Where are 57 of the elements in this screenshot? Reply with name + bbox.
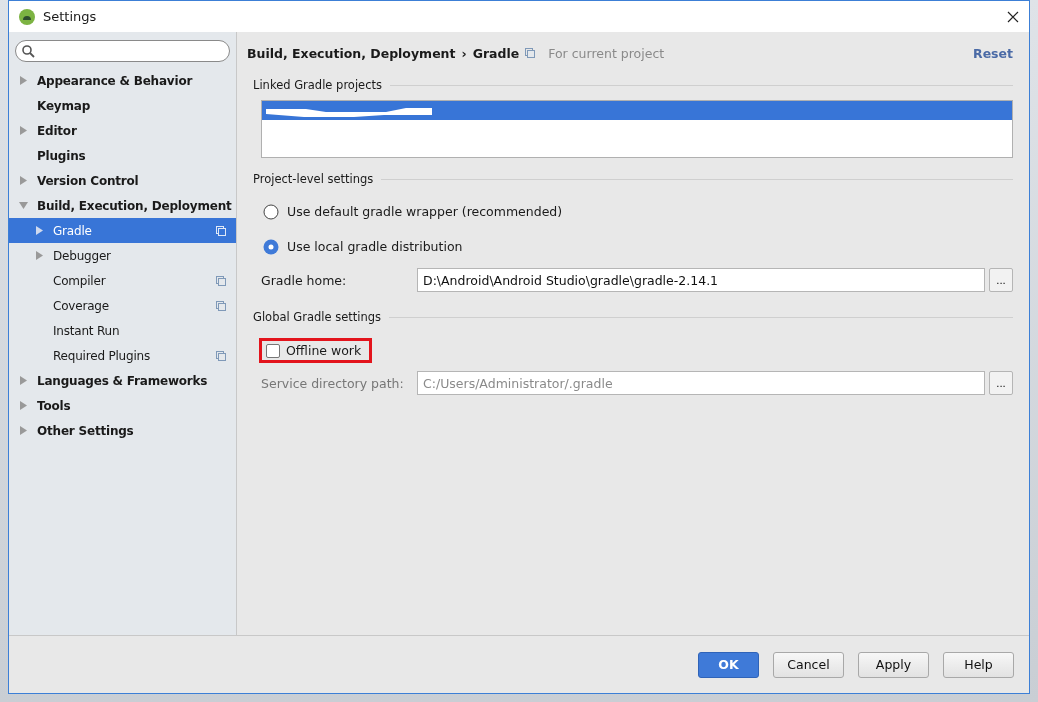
field-label: Gradle home: bbox=[261, 272, 348, 288]
copy-icon bbox=[216, 275, 226, 286]
tree-item[interactable]: Instant Run bbox=[9, 318, 236, 343]
tree-item[interactable]: Keymap bbox=[9, 93, 236, 118]
copy-icon bbox=[525, 48, 536, 58]
breadcrumb-separator: › bbox=[461, 45, 467, 61]
tree-item[interactable]: Build, Execution, Deployment bbox=[9, 193, 236, 218]
search-icon bbox=[22, 44, 35, 58]
section-title: Project-level settings bbox=[253, 172, 374, 186]
copy-icon bbox=[216, 350, 226, 361]
browse-button[interactable]: ... bbox=[989, 268, 1013, 292]
ok-button[interactable]: OK bbox=[698, 651, 759, 678]
window-title: Settings bbox=[43, 9, 98, 24]
copy-icon bbox=[216, 300, 226, 311]
collapsed-arrow-icon[interactable] bbox=[34, 226, 44, 235]
path-field[interactable]: D:\Android\Android Studio\gradle\gradle-2.14.1 bbox=[417, 268, 985, 292]
tree-item[interactable]: Editor bbox=[9, 118, 236, 143]
collapsed-arrow-icon[interactable] bbox=[18, 176, 28, 185]
tree-item[interactable]: Languages & Frameworks bbox=[9, 368, 236, 393]
tree-item[interactable]: Appearance & Behavior bbox=[9, 68, 236, 93]
scope-label: For current project bbox=[548, 45, 665, 61]
collapsed-arrow-icon[interactable] bbox=[18, 76, 28, 85]
radio-button[interactable] bbox=[263, 238, 279, 255]
collapsed-arrow-icon[interactable] bbox=[18, 376, 28, 385]
tree-item[interactable]: Compiler bbox=[9, 268, 236, 293]
dialog-button[interactable]: Help bbox=[943, 651, 1014, 678]
search-field[interactable] bbox=[15, 40, 230, 62]
tree-item[interactable]: Gradle bbox=[9, 218, 236, 243]
tree-item[interactable]: Plugins bbox=[9, 143, 236, 168]
collapsed-arrow-icon[interactable] bbox=[18, 126, 28, 135]
list-row[interactable] bbox=[262, 101, 1012, 120]
section-title: Linked Gradle projects bbox=[253, 78, 382, 92]
expanded-arrow-icon[interactable] bbox=[18, 201, 28, 210]
tree-item[interactable]: Debugger bbox=[9, 243, 236, 268]
tree-item[interactable]: Tools bbox=[9, 393, 236, 418]
option-label: Use default gradle wrapper (recommended) bbox=[287, 204, 563, 219]
dialog-button[interactable]: Apply bbox=[858, 651, 929, 678]
collapsed-arrow-icon[interactable] bbox=[18, 426, 28, 435]
tree-item[interactable]: Version Control bbox=[9, 168, 236, 193]
dialog-button[interactable]: Cancel bbox=[773, 651, 844, 678]
collapsed-arrow-icon[interactable] bbox=[18, 401, 28, 410]
tree-item[interactable]: Coverage bbox=[9, 293, 236, 318]
tree-item[interactable]: Required Plugins bbox=[9, 343, 236, 368]
radio-button[interactable] bbox=[263, 203, 279, 220]
android-logo-icon bbox=[19, 8, 35, 25]
tree-item[interactable]: Other Settings bbox=[9, 418, 236, 443]
checkbox[interactable] bbox=[266, 343, 280, 358]
close-icon[interactable] bbox=[1007, 10, 1019, 23]
breadcrumb-item[interactable]: Gradle bbox=[472, 45, 520, 61]
breadcrumb-item[interactable]: Build, Execution, Deployment bbox=[247, 45, 456, 61]
field-label: Service directory path: bbox=[261, 375, 405, 391]
section-title: Global Gradle settings bbox=[253, 310, 382, 324]
reset-link[interactable]: Reset bbox=[973, 45, 1013, 61]
copy-icon bbox=[216, 225, 226, 236]
option-label: Use local gradle distribution bbox=[287, 239, 463, 254]
collapsed-arrow-icon[interactable] bbox=[34, 251, 44, 260]
checkbox-label: Offline work bbox=[286, 343, 362, 358]
